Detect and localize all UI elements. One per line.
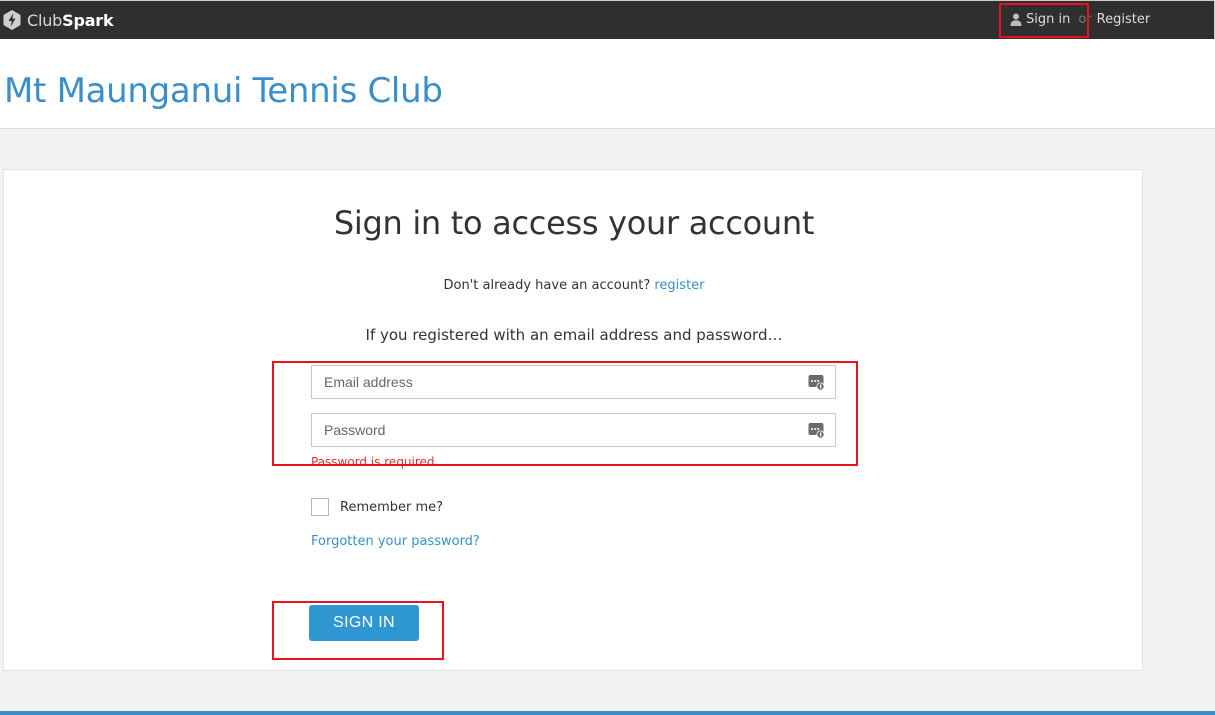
brand-name-light: Club (27, 10, 63, 30)
email-input[interactable] (312, 366, 835, 398)
or-separator: or (1078, 12, 1092, 27)
password-input[interactable] (312, 414, 835, 446)
remember-me-checkbox[interactable] (311, 498, 329, 516)
remember-me-row[interactable]: Remember me? (311, 498, 443, 516)
keyboard-icon[interactable] (808, 374, 825, 391)
brand-name-bold: Spark (62, 10, 114, 30)
remember-me-label[interactable]: Remember me? (340, 500, 443, 515)
user-icon (1010, 13, 1022, 26)
page-heading: Sign in to access your account (333, 204, 815, 242)
bolt-icon (3, 10, 21, 30)
sign-in-card: Sign in to access your account Don't alr… (3, 169, 1143, 671)
sign-in-button[interactable]: SIGN IN (309, 605, 419, 641)
email-field[interactable] (311, 365, 836, 399)
sign-in-link[interactable]: Sign in (1026, 12, 1070, 27)
password-field[interactable] (311, 413, 836, 447)
no-account-prompt: Don't already have an account? (443, 278, 651, 293)
no-account-text: Don't already have an account? register (4, 278, 1144, 293)
footer-accent-line (0, 711, 1215, 715)
clubspark-logo[interactable]: ClubSpark (3, 10, 114, 30)
forgot-password-link[interactable]: Forgotten your password? (311, 534, 480, 549)
top-bar: ClubSpark Sign in or Register (0, 0, 1215, 39)
club-title[interactable]: Mt Maunganui Tennis Club (4, 71, 443, 111)
keyboard-icon[interactable] (808, 422, 825, 439)
password-error: Password is required (311, 455, 435, 469)
register-link[interactable]: register (654, 278, 704, 293)
club-header: Mt Maunganui Tennis Club (0, 39, 1215, 129)
register-link-top[interactable]: Register (1097, 12, 1151, 27)
brand-name: ClubSpark (27, 10, 114, 30)
intro-text: If you registered with an email address … (365, 326, 783, 344)
auth-links: Sign in or Register (1010, 12, 1150, 27)
